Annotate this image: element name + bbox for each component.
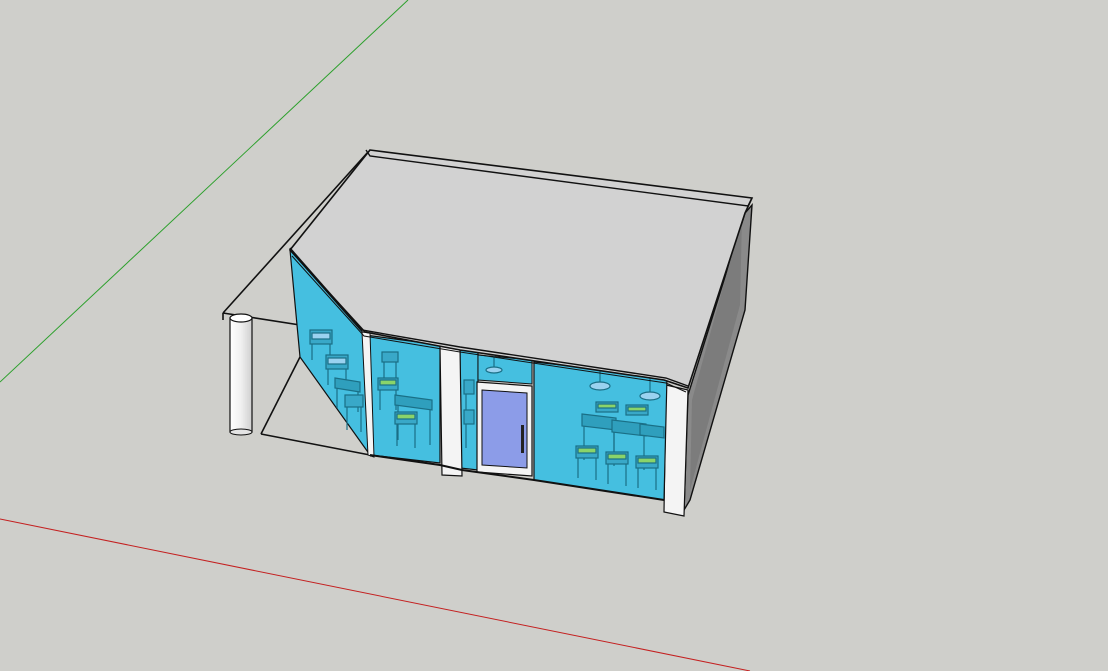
column-icon[interactable] — [229, 313, 253, 436]
right-frame-post — [663, 384, 689, 517]
mullion-post-1 — [439, 344, 463, 477]
chair-icon — [625, 404, 649, 416]
table-icon — [639, 423, 665, 439]
door-handle[interactable] — [521, 425, 524, 453]
building-icon[interactable] — [222, 149, 754, 517]
scene-canvas[interactable] — [0, 0, 1108, 671]
door-icon[interactable] — [481, 389, 528, 469]
chair-icon — [595, 401, 619, 413]
red-axis — [0, 518, 751, 671]
modeling-viewport[interactable] — [0, 0, 1108, 671]
